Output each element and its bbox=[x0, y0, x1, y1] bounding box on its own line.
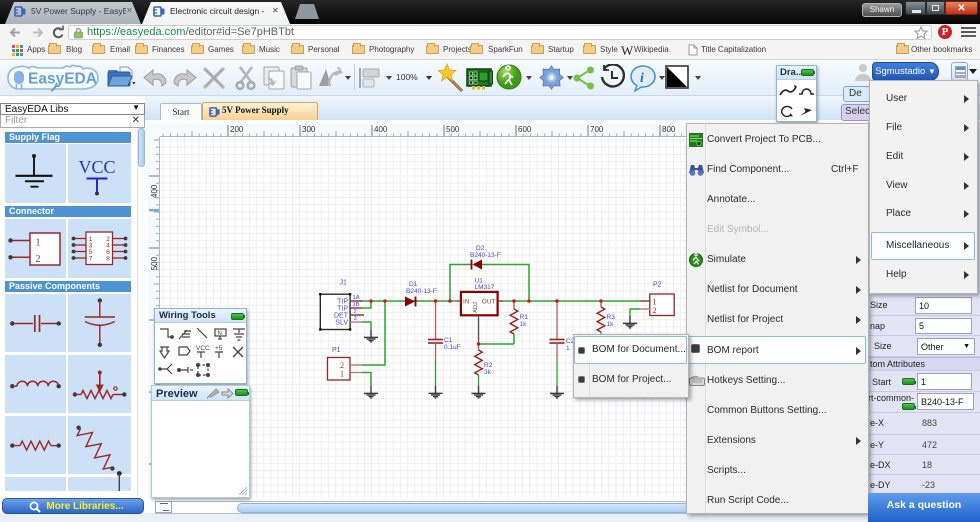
svg-text:200: 200 bbox=[230, 125, 244, 134]
svg-text:R1: R1 bbox=[520, 314, 529, 321]
svg-text:P2: P2 bbox=[653, 282, 662, 289]
svg-text:VCC: VCC bbox=[78, 157, 115, 177]
svg-text:VCC: VCC bbox=[196, 345, 210, 352]
svg-text:400: 400 bbox=[150, 184, 159, 198]
svg-text:1A: 1A bbox=[353, 295, 360, 301]
svg-text:DET: DET bbox=[334, 313, 349, 320]
svg-text:P1: P1 bbox=[332, 347, 341, 354]
svg-text:800: 800 bbox=[662, 125, 676, 134]
svg-text:3k: 3k bbox=[484, 369, 492, 376]
svg-text:400: 400 bbox=[374, 125, 388, 134]
svg-text:C1: C1 bbox=[444, 337, 453, 344]
svg-text:LM317: LM317 bbox=[475, 284, 495, 291]
svg-text:500: 500 bbox=[446, 125, 460, 134]
svg-text:2: 2 bbox=[653, 306, 657, 315]
svg-text:2: 2 bbox=[354, 309, 357, 315]
svg-text:D2: D2 bbox=[476, 245, 485, 252]
svg-text:0.1uF: 0.1uF bbox=[444, 344, 461, 351]
svg-text:1k: 1k bbox=[520, 321, 528, 328]
svg-text:B240-13-F: B240-13-F bbox=[470, 252, 501, 259]
svg-text:1B: 1B bbox=[353, 302, 360, 308]
svg-text:B240-13-F: B240-13-F bbox=[406, 288, 437, 295]
svg-text:OUT: OUT bbox=[482, 299, 496, 306]
svg-text:1k: 1k bbox=[607, 321, 615, 328]
svg-text:1: 1 bbox=[566, 345, 570, 352]
svg-text:TIP: TIP bbox=[337, 299, 348, 306]
svg-text:700: 700 bbox=[590, 125, 604, 134]
svg-text:+5: +5 bbox=[215, 345, 223, 352]
svg-text:EasyEDA: EasyEDA bbox=[28, 71, 97, 88]
svg-text:500: 500 bbox=[150, 256, 159, 270]
svg-text:2: 2 bbox=[36, 254, 41, 265]
svg-text:R2: R2 bbox=[484, 362, 493, 369]
svg-text:N: N bbox=[218, 331, 222, 337]
svg-text:IN: IN bbox=[463, 299, 470, 306]
svg-text:SLV: SLV bbox=[335, 320, 348, 327]
svg-text:J1: J1 bbox=[340, 279, 348, 286]
svg-text:TIP: TIP bbox=[337, 306, 348, 313]
svg-text:600: 600 bbox=[518, 125, 532, 134]
svg-text:7: 7 bbox=[89, 256, 93, 263]
svg-text:1: 1 bbox=[36, 238, 41, 249]
svg-text:1: 1 bbox=[340, 370, 344, 379]
svg-text:R3: R3 bbox=[607, 314, 616, 321]
svg-text:300: 300 bbox=[302, 125, 316, 134]
svg-text:8: 8 bbox=[106, 256, 110, 263]
svg-text:ADJ: ADJ bbox=[473, 302, 479, 313]
svg-text:i: i bbox=[640, 71, 644, 86]
svg-text:3: 3 bbox=[354, 316, 357, 322]
svg-text:D1: D1 bbox=[409, 281, 418, 288]
